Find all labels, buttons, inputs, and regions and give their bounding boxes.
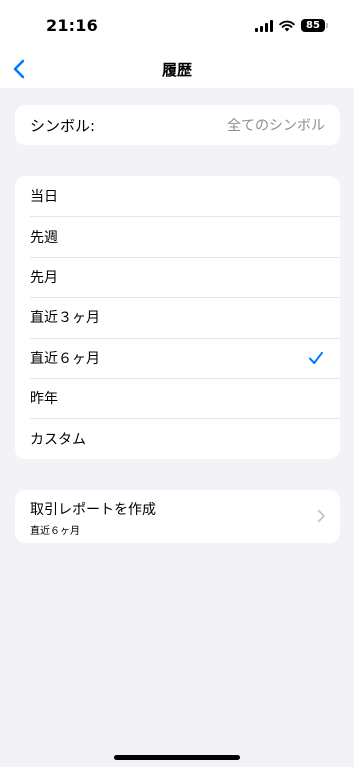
symbol-label: シンボル: [30, 116, 96, 135]
period-list: 当日 先週 先月 直近３ヶ月 直近６ヶ月 昨年 カスタム [15, 176, 340, 459]
home-indicator[interactable] [114, 755, 240, 760]
page-title: 履歴 [161, 61, 192, 79]
period-label: 直近６ヶ月 [30, 350, 100, 367]
chevron-right-icon [317, 509, 325, 523]
period-label: 昨年 [30, 391, 58, 408]
status-time: 21:16 [46, 16, 98, 35]
period-label: 先月 [30, 269, 58, 286]
period-item-last-month[interactable]: 先月 [15, 256, 340, 297]
period-item-today[interactable]: 当日 [15, 176, 340, 216]
report-group: 取引レポートを作成 直近６ヶ月 [15, 490, 340, 543]
battery-icon: 85 [301, 19, 328, 32]
nav-bar: 履歴 [0, 50, 354, 88]
wifi-icon [279, 20, 295, 31]
history-screen: 21:16 85 履歴 シンボル: 全てのシンボル 当日 先週 先月 直近３ヶ月… [0, 0, 354, 767]
status-icons: 85 [255, 19, 328, 32]
period-item-custom[interactable]: カスタム [15, 418, 340, 458]
period-label: 先週 [30, 229, 58, 246]
period-item-last-week[interactable]: 先週 [15, 216, 340, 256]
period-label: 当日 [30, 189, 58, 206]
report-subtitle: 直近６ヶ月 [30, 526, 80, 537]
battery-level: 85 [301, 19, 325, 32]
period-item-last-3-months[interactable]: 直近３ヶ月 [15, 297, 340, 337]
symbol-value: 全てのシンボル [227, 118, 325, 134]
symbol-group: シンボル: 全てのシンボル [15, 105, 340, 145]
create-report-button[interactable]: 取引レポートを作成 直近６ヶ月 [15, 490, 340, 543]
period-label: 直近３ヶ月 [30, 310, 100, 327]
signal-icon [255, 19, 273, 32]
symbol-selector[interactable]: シンボル: 全てのシンボル [15, 105, 340, 145]
report-title: 取引レポートを作成 [30, 502, 156, 518]
status-bar: 21:16 85 [0, 0, 354, 50]
period-label: カスタム [30, 431, 86, 448]
checkmark-icon [309, 351, 323, 364]
period-item-last-year[interactable]: 昨年 [15, 377, 340, 418]
period-item-last-6-months[interactable]: 直近６ヶ月 [15, 337, 340, 378]
